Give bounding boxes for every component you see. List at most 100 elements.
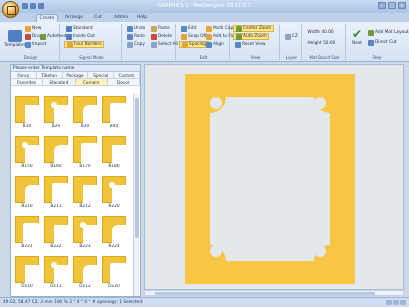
delete-button[interactable]: Delete: [149, 33, 174, 40]
direct-cut-button[interactable]: Direct Cut: [366, 39, 398, 46]
mat-opening[interactable]: [210, 97, 330, 261]
new-button[interactable]: New: [23, 25, 43, 32]
window-title: GRAPHICS 1 - MatDesigner CS 11.0.1: [158, 3, 251, 9]
template-thumbnail[interactable]: D111: [44, 256, 69, 292]
window-controls[interactable]: – □ ×: [378, 2, 406, 9]
template-label: D112: [79, 284, 91, 289]
template-label: B160: [50, 164, 62, 169]
select-all-button[interactable]: Select All: [149, 41, 179, 48]
edit-group: Edit Snap Off Spacing Multi Copy Add to …: [178, 24, 237, 60]
category-custom[interactable]: Custom: [114, 72, 140, 79]
ribbon-tabs: Create Arrange Cut Admin Help: [0, 13, 409, 22]
template-preview: [73, 216, 98, 244]
template-thumbnail[interactable]: B170: [73, 136, 98, 172]
width-field[interactable]: Width 40.00: [306, 29, 335, 36]
next-button[interactable]: ✔ Next: [350, 28, 364, 46]
category-standard[interactable]: Standard: [43, 79, 76, 86]
maximize-icon[interactable]: □: [388, 2, 396, 9]
tab-arrange[interactable]: Arrange: [62, 14, 86, 22]
template-label: B223: [79, 244, 91, 249]
template-preview: [44, 136, 69, 164]
auto-zoom-button[interactable]: Auto Zoom: [233, 33, 270, 40]
design-canvas[interactable]: [144, 64, 404, 290]
canvas-horizontal-scrollbar[interactable]: [144, 290, 404, 296]
snap-icon: [180, 33, 187, 40]
category-favorites[interactable]: Favorites: [11, 79, 44, 86]
inside-out-button[interactable]: Inside Out: [64, 33, 96, 40]
layer-select[interactable]: CZ: [283, 33, 299, 40]
paste-button[interactable]: Paste: [149, 25, 171, 32]
template-thumbnail[interactable]: B160: [44, 136, 69, 172]
copy-icon: [126, 41, 133, 48]
spacing-icon: [181, 41, 188, 48]
delete-icon: [150, 33, 157, 40]
zoom-out-icon[interactable]: [386, 300, 392, 305]
category-corners[interactable]: Corners: [75, 79, 108, 86]
reset-view-icon: [234, 41, 241, 48]
multi-copy-icon: [205, 25, 212, 32]
category-special[interactable]: Special: [88, 72, 115, 79]
template-label: D110: [21, 284, 33, 289]
template-thumbnail[interactable]: B223: [73, 216, 98, 252]
height-field[interactable]: Height 50.00: [306, 40, 337, 47]
zoom-controls[interactable]: [386, 300, 406, 305]
new-icon: [24, 25, 31, 32]
reset-view-button[interactable]: Reset View: [233, 41, 267, 48]
category-package[interactable]: Package: [62, 72, 89, 79]
template-thumbnail[interactable]: B180: [102, 136, 127, 172]
template-thumbnail[interactable]: B222: [44, 216, 69, 252]
template-thumbnail[interactable]: B210: [15, 176, 40, 212]
group-label-mat-board: Mat Board Size: [309, 55, 340, 60]
undo-button[interactable]: Undo: [125, 25, 147, 32]
template-thumbnail[interactable]: D120: [102, 256, 127, 292]
close-icon[interactable]: ×: [398, 2, 406, 9]
group-label-signal-mode: Signal Mode: [79, 55, 104, 60]
center-zoom-button[interactable]: Center Zoom: [233, 25, 274, 32]
template-thumbnail[interactable]: D110: [15, 256, 40, 292]
template-scrollbar[interactable]: [133, 94, 139, 296]
tab-create[interactable]: Create: [36, 14, 58, 22]
category-decor[interactable]: Decor: [107, 79, 140, 86]
inside-out-icon: [65, 33, 72, 40]
template-thumbnail[interactable]: B211: [44, 176, 69, 212]
copy-button[interactable]: Copy: [125, 41, 146, 48]
standard-button[interactable]: Standard: [64, 25, 94, 32]
app-menu-icon[interactable]: [2, 1, 19, 18]
import-button[interactable]: Import: [23, 41, 48, 48]
align-button[interactable]: Align: [204, 41, 225, 48]
template-thumbnail[interactable]: B20: [44, 96, 69, 132]
zoom-fit-icon[interactable]: [393, 300, 399, 305]
layer-group: CZ Layer: [282, 24, 302, 60]
redo-button[interactable]: Redo: [125, 33, 146, 40]
redo-icon: [126, 33, 133, 40]
tab-help[interactable]: Help: [134, 14, 150, 22]
zoom-in-icon[interactable]: [400, 300, 406, 305]
auto-zoom-icon: [235, 33, 242, 40]
checkmark-icon: ✔: [351, 27, 363, 41]
template-thumbnail[interactable]: B220: [102, 176, 127, 212]
add-mat-layout-button[interactable]: Add Mat Layout: [366, 29, 409, 36]
template-thumbnail[interactable]: B212: [73, 176, 98, 212]
category-tibetan[interactable]: Tibetan: [36, 72, 63, 79]
template-thumbnail[interactable]: B150: [15, 136, 40, 172]
category-fancy[interactable]: Fancy: [11, 72, 37, 79]
template-thumbnail[interactable]: B221: [15, 216, 40, 252]
template-preview: [44, 216, 69, 244]
four-borders-icon: [66, 41, 73, 48]
tab-admin[interactable]: Admin: [112, 14, 130, 22]
minimize-icon[interactable]: –: [378, 2, 386, 9]
template-thumbnail[interactable]: D112: [73, 256, 98, 292]
template-preview: [15, 216, 40, 244]
template-thumbnail[interactable]: B10: [15, 96, 40, 132]
template-thumbnail[interactable]: B30: [73, 96, 98, 132]
template-search-prompt[interactable]: Please enter Template name: [11, 65, 140, 72]
template-label: D120: [108, 284, 120, 289]
template-thumbnail[interactable]: B224: [102, 216, 127, 252]
mat-board[interactable]: [185, 74, 355, 284]
template-label: B222: [50, 244, 62, 249]
edit-button[interactable]: Edit: [179, 25, 198, 32]
tab-cut[interactable]: Cut: [90, 14, 106, 22]
title-bar: GRAPHICS 1 - MatDesigner CS 11.0.1 – □ ×: [0, 0, 409, 13]
template-thumbnail[interactable]: B40: [102, 96, 127, 132]
four-borders-button[interactable]: Four Borders: [64, 41, 104, 48]
